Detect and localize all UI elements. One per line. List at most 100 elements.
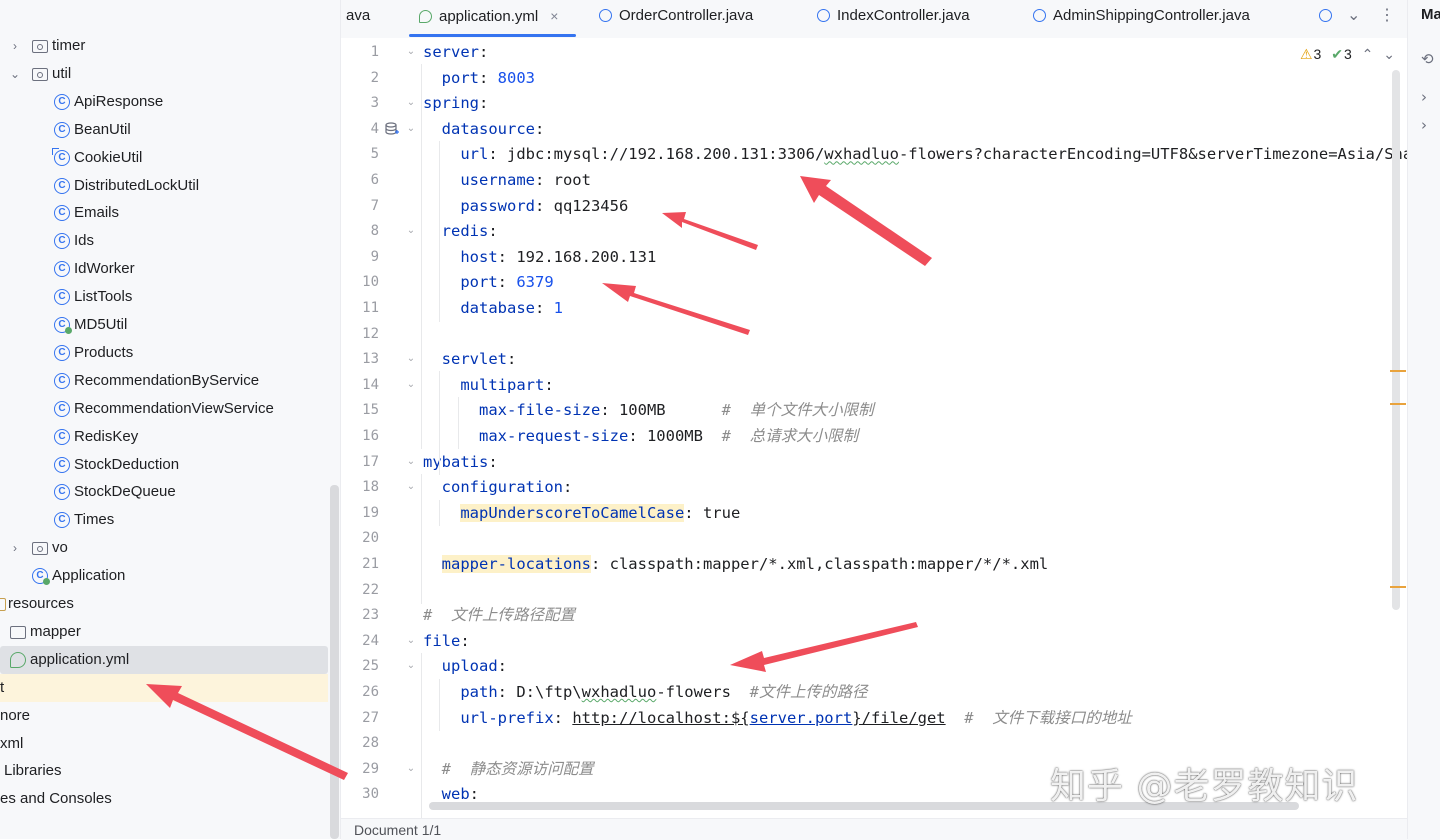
tab-admin-shipping-controller[interactable]: AdminShippingController.java — [1033, 0, 1250, 38]
tree-item[interactable]: C Emails — [0, 199, 328, 227]
tree-item[interactable]: C MD5Util — [0, 311, 328, 339]
code-line[interactable]: redis: — [423, 218, 498, 244]
code-token: : 192.168.200.131 — [497, 247, 657, 266]
code-line[interactable]: port: 6379 — [423, 269, 553, 295]
line-number: 2 — [370, 69, 379, 86]
fold-icon[interactable]: ⌄ — [405, 449, 417, 475]
tree-item[interactable]: C Times — [0, 506, 328, 534]
tree-item[interactable]: t — [0, 673, 328, 702]
tree-item-label: DistributedLockUtil — [74, 176, 200, 194]
fold-icon[interactable]: ⌄ — [405, 628, 417, 654]
more-vertical-icon[interactable]: ⋮ — [1379, 0, 1395, 34]
code-line[interactable]: # 静态资源访问配置 — [423, 756, 594, 782]
tree-item[interactable]: es and Consoles — [0, 785, 328, 813]
tree-item[interactable]: C Products — [0, 339, 328, 367]
refresh-icon[interactable]: ⟲ — [1421, 50, 1434, 68]
tree-item[interactable]: › timer — [0, 32, 328, 60]
fold-icon[interactable]: ⌄ — [405, 39, 417, 65]
fold-icon[interactable]: ⌄ — [405, 756, 417, 782]
code-line[interactable]: # 文件上传路径配置 — [423, 602, 575, 628]
tree-item[interactable]: C StockDeduction — [0, 451, 328, 479]
code-line[interactable]: path: D:\ftp\wxhadluo-flowers #文件上传的路径 — [423, 679, 867, 705]
tree-item[interactable]: › vo — [0, 534, 328, 562]
code-line[interactable]: configuration: — [423, 474, 573, 500]
tree-item[interactable]: C DistributedLockUtil — [0, 172, 328, 200]
code-line[interactable]: max-request-size: 1000MB # 总请求大小限制 — [423, 423, 858, 449]
fold-icon[interactable]: ⌄ — [405, 474, 417, 500]
tree-item[interactable]: C ListTools — [0, 283, 328, 311]
tree-item[interactable]: ⌄ util — [0, 60, 328, 88]
resources-folder-icon — [0, 598, 6, 611]
code-token: http://localhost:${ — [572, 708, 750, 727]
chevron-right-icon[interactable]: › — [1421, 116, 1427, 134]
tab-overflow-partial[interactable] — [1319, 0, 1339, 38]
tree-item[interactable]: C Application — [0, 562, 328, 590]
code-line[interactable]: mapUnderscoreToCamelCase: true — [423, 500, 740, 526]
code-line[interactable]: host: 192.168.200.131 — [423, 244, 656, 270]
chevron-down-icon[interactable]: ⌄ — [1347, 0, 1360, 34]
tree-item[interactable]: xml — [0, 730, 328, 758]
tab-index-controller[interactable]: IndexController.java — [817, 0, 970, 38]
fold-icon[interactable]: ⌄ — [405, 372, 417, 398]
chevron-right-icon[interactable]: › — [10, 534, 20, 562]
tree-item[interactable]: nore — [0, 702, 328, 730]
tree-item[interactable]: C RecommendationViewService — [0, 395, 328, 423]
code-editor[interactable]: ⚠3 ✔3 ⌃ ⌄ 1 ⌄ server: 2 port: 8003 3 ⌄ spring:… — [341, 38, 1407, 818]
tree-item[interactable]: C CookieUtil — [0, 144, 328, 172]
tab-label: ava — [346, 7, 371, 24]
code-line[interactable]: url: jdbc:mysql://192.168.200.131:3306/w… — [423, 141, 1407, 167]
tab-order-controller[interactable]: OrderController.java — [599, 0, 753, 38]
code-line[interactable]: username: root — [423, 167, 591, 193]
tree-item[interactable]: C StockDeQueue — [0, 478, 328, 506]
code-line[interactable]: file: — [423, 628, 470, 654]
code-line[interactable]: max-file-size: 100MB # 单个文件大小限制 — [423, 397, 874, 423]
tree-item[interactable]: C BeanUtil — [0, 116, 328, 144]
tree-item[interactable]: C Ids — [0, 227, 328, 255]
next-highlight-icon[interactable]: ⌄ — [1383, 46, 1395, 62]
tree-item[interactable]: C ApiResponse — [0, 88, 328, 116]
database-icon[interactable] — [385, 122, 399, 136]
tree-item[interactable]: C RedisKey — [0, 423, 328, 451]
code-line[interactable]: upload: — [423, 653, 507, 679]
code-line[interactable]: spring: — [423, 90, 488, 116]
previous-highlight-icon[interactable]: ⌃ — [1362, 46, 1374, 62]
fold-icon[interactable]: ⌄ — [405, 116, 417, 142]
tree-scrollbar[interactable] — [330, 485, 339, 839]
tree-item[interactable]: resources — [0, 590, 328, 618]
code-line[interactable]: multipart: — [423, 372, 553, 398]
code-line[interactable]: database: 1 — [423, 295, 563, 321]
tree-item[interactable]: C RecommendationByService — [0, 367, 328, 395]
tree-item-label: es and Consoles — [0, 790, 112, 808]
tree-item[interactable]: application.yml — [0, 645, 328, 674]
close-icon[interactable]: × — [550, 8, 558, 24]
vertical-scrollbar[interactable] — [1392, 70, 1400, 610]
code-line[interactable]: servlet: — [423, 346, 517, 372]
chevron-down-icon[interactable]: ⌄ — [10, 60, 20, 88]
tree-item[interactable]: C IdWorker — [0, 255, 328, 283]
code-line[interactable]: port: 8003 — [423, 65, 535, 91]
code-token: # 单个文件大小限制 — [721, 401, 874, 420]
fold-icon[interactable]: ⌄ — [405, 90, 417, 116]
tree-item[interactable]: mapper — [0, 618, 328, 646]
code-token: multipart — [423, 375, 545, 394]
code-line[interactable]: password: qq123456 — [423, 193, 628, 219]
chevron-right-icon[interactable]: › — [10, 32, 20, 60]
tree-item[interactable]: Libraries — [0, 757, 328, 785]
code-line[interactable]: url-prefix: http://localhost:${server.po… — [423, 705, 1131, 731]
code-line[interactable]: server: — [423, 39, 488, 65]
tab-partial-java[interactable]: ava — [346, 0, 370, 38]
chevron-right-icon[interactable]: › — [1421, 88, 1427, 106]
tab-label: OrderController.java — [619, 7, 754, 24]
code-line[interactable]: datasource: — [423, 116, 545, 142]
maven-tool-label[interactable]: Ma — [1421, 6, 1440, 23]
code-line[interactable]: mapper-locations: classpath:mapper/*.xml… — [423, 551, 1048, 577]
code-token: port — [423, 68, 479, 87]
fold-icon[interactable]: ⌄ — [405, 218, 417, 244]
code-line[interactable]: mybatis: — [423, 449, 498, 475]
tab-application-yml[interactable]: application.yml × — [408, 0, 577, 38]
class-icon: C — [54, 512, 70, 529]
fold-icon[interactable]: ⌄ — [405, 346, 417, 372]
inspection-widget[interactable]: ⚠3 ✔3 ⌃ ⌄ — [1294, 46, 1395, 63]
fold-icon[interactable]: ⌄ — [405, 653, 417, 679]
project-tree[interactable]: › timer ⌄ util C ApiResponse C BeanUtil C CookieU… — [0, 0, 341, 839]
